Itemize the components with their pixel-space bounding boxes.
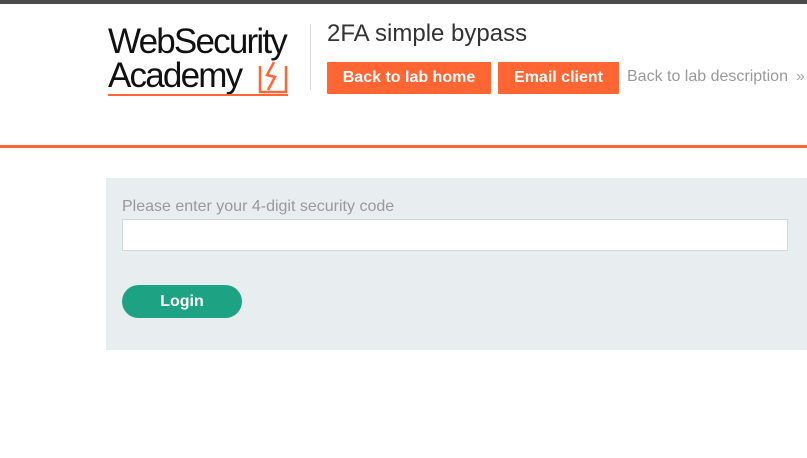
lab-title: 2FA simple bypass xyxy=(327,20,528,47)
lightning-icon xyxy=(258,61,288,94)
login-form-panel: Please enter your 4-digit security code … xyxy=(106,178,807,350)
chevron-right-icon: » xyxy=(795,68,805,85)
security-code-input[interactable] xyxy=(122,219,788,251)
logo-underline xyxy=(108,94,288,96)
header: WebSecurity Academy 2FA simple bypass Ba… xyxy=(0,4,807,146)
login-button[interactable]: Login xyxy=(122,285,242,318)
logo-text-line2: Academy xyxy=(108,56,243,95)
back-to-lab-home-button[interactable]: Back to lab home xyxy=(327,62,491,94)
security-code-label: Please enter your 4-digit security code xyxy=(122,198,395,215)
logo-text-line1: WebSecurity xyxy=(108,22,288,61)
header-divider xyxy=(310,24,311,90)
header-rule xyxy=(0,145,807,148)
web-security-academy-logo[interactable]: WebSecurity Academy xyxy=(108,24,308,100)
email-client-button[interactable]: Email client xyxy=(498,62,619,94)
back-to-lab-description-link[interactable]: Back to lab description » xyxy=(627,68,805,86)
back-to-lab-description-label: Back to lab description xyxy=(627,68,788,85)
